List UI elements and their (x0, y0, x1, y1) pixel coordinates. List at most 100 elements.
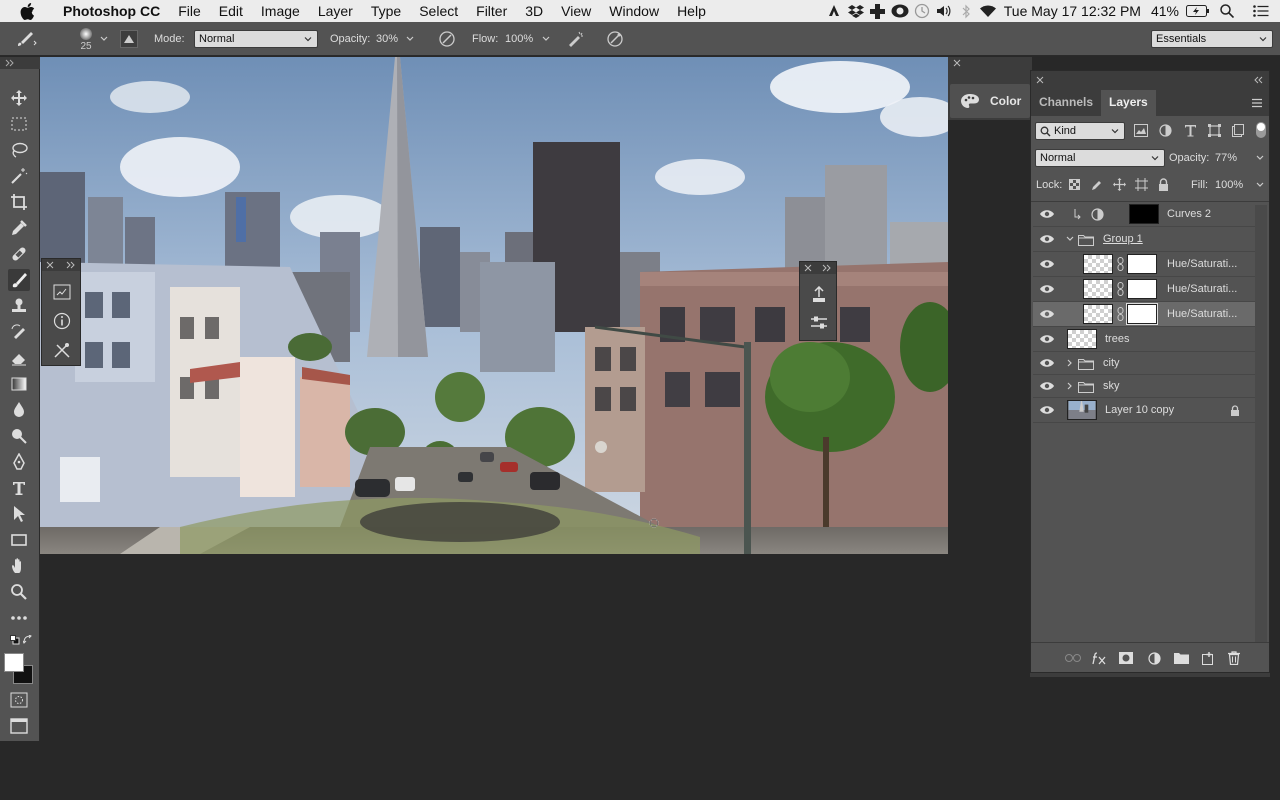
expand-chevron-right-icon[interactable] (1066, 382, 1074, 390)
menu-file[interactable]: File (169, 0, 210, 22)
clone-source-icon[interactable] (810, 285, 828, 309)
lock-all-icon[interactable] (1158, 178, 1169, 191)
menu-type[interactable]: Type (362, 0, 410, 22)
layer-thumbnail[interactable] (1067, 329, 1097, 349)
lock-position-icon[interactable] (1113, 178, 1126, 191)
layer-filter-dropdown[interactable]: Kind (1035, 122, 1125, 140)
wifi-icon[interactable] (977, 0, 999, 22)
tool-presets-icon[interactable] (53, 341, 71, 364)
pen-tool-icon[interactable] (8, 451, 30, 473)
double-chevron-icon[interactable] (66, 261, 75, 269)
clone-stamp-tool-icon[interactable] (8, 295, 30, 317)
healing-brush-tool-icon[interactable] (8, 243, 30, 265)
spotlight-search-icon[interactable] (1212, 0, 1242, 22)
layer-opacity-value[interactable]: 77% (1215, 152, 1237, 164)
chevron-down-icon[interactable] (1256, 182, 1264, 188)
menu-layer[interactable]: Layer (309, 0, 362, 22)
layer-name[interactable]: trees (1105, 327, 1129, 352)
layer-row-hue-saturation-1[interactable]: Hue/Saturati... (1033, 252, 1255, 277)
link-layers-icon[interactable] (1065, 650, 1081, 666)
layer-name[interactable]: Group 1 (1103, 227, 1143, 252)
layer-row-sky[interactable]: sky (1033, 375, 1255, 398)
chain-link-icon[interactable] (1117, 282, 1124, 296)
pressure-opacity-icon[interactable] (437, 22, 457, 56)
menu-select[interactable]: Select (410, 0, 467, 22)
visibility-eye-icon[interactable] (1039, 258, 1055, 270)
tab-layers[interactable]: Layers (1101, 90, 1156, 116)
mode-dropdown[interactable]: Normal (194, 30, 318, 48)
brush-picker-chevron-icon[interactable] (100, 22, 108, 56)
airbrush-icon[interactable] (566, 22, 586, 56)
color-panel-button[interactable]: Color (950, 84, 1030, 118)
menu-window[interactable]: Window (600, 0, 668, 22)
bluetooth-icon[interactable] (955, 0, 977, 22)
close-icon[interactable] (1036, 76, 1044, 84)
gradient-tool-icon[interactable] (8, 373, 30, 395)
layer-name[interactable]: sky (1103, 375, 1120, 398)
dodge-tool-icon[interactable] (8, 425, 30, 447)
layer-row-trees[interactable]: trees (1033, 327, 1255, 352)
pressure-size-icon[interactable] (605, 22, 625, 56)
layer-mask-thumbnail[interactable] (1129, 204, 1159, 224)
tab-channels[interactable]: Channels (1031, 90, 1101, 116)
flow-input[interactable]: 100% (505, 22, 557, 56)
magic-wand-tool-icon[interactable] (8, 165, 30, 187)
lock-pixels-icon[interactable] (1091, 179, 1103, 191)
delete-layer-trash-icon[interactable] (1226, 650, 1242, 666)
menu-edit[interactable]: Edit (210, 0, 252, 22)
filter-shape-icon[interactable] (1208, 124, 1221, 137)
plus-cross-icon[interactable] (867, 0, 889, 22)
layer-name[interactable]: Hue/Saturati... (1167, 302, 1237, 327)
layer-mask-thumbnail[interactable] (1127, 254, 1157, 274)
layer-style-fx-icon[interactable] (1092, 650, 1108, 666)
new-group-folder-icon[interactable] (1173, 650, 1189, 666)
hand-tool-icon[interactable] (8, 555, 30, 577)
marquee-tool-icon[interactable] (8, 113, 30, 135)
layer-name[interactable]: Curves 2 (1167, 202, 1211, 227)
menu-3d[interactable]: 3D (516, 0, 552, 22)
zoom-tool-icon[interactable] (8, 581, 30, 603)
visibility-eye-icon[interactable] (1039, 333, 1055, 345)
double-chevron-icon[interactable] (822, 264, 831, 272)
adjustments-sliders-icon[interactable] (810, 316, 828, 335)
blur-tool-icon[interactable] (8, 399, 30, 421)
visibility-eye-icon[interactable] (1039, 208, 1055, 220)
brush-presets-icon[interactable] (53, 283, 71, 306)
crop-tool-icon[interactable] (8, 191, 30, 213)
add-mask-icon[interactable] (1118, 650, 1134, 666)
menu-view[interactable]: View (552, 0, 600, 22)
new-layer-icon[interactable] (1200, 650, 1216, 666)
floating-panel-header[interactable] (42, 259, 80, 271)
layer-row-hue-saturation-2[interactable]: Hue/Saturati... (1033, 277, 1255, 302)
foreground-color-swatch[interactable] (4, 653, 24, 672)
menu-image[interactable]: Image (252, 0, 309, 22)
chevron-down-icon[interactable] (1256, 155, 1264, 161)
brush-tool-icon[interactable] (8, 269, 30, 291)
floating-panel-header[interactable] (800, 262, 836, 274)
expand-chevron-right-icon[interactable] (1066, 359, 1074, 367)
collapse-double-chevron-icon[interactable] (1254, 76, 1263, 84)
chain-link-icon[interactable] (1117, 307, 1124, 321)
layer-mask-thumbnail[interactable] (1126, 303, 1158, 325)
layer-mask-thumbnail[interactable] (1127, 279, 1157, 299)
app-menu[interactable]: Photoshop CC (54, 0, 169, 22)
layers-scrollbar[interactable] (1255, 205, 1267, 670)
layer-name[interactable]: Hue/Saturati... (1167, 277, 1237, 302)
type-tool-icon[interactable] (8, 477, 30, 499)
visibility-eye-icon[interactable] (1039, 380, 1055, 392)
dropbox-icon[interactable] (845, 0, 867, 22)
history-brush-tool-icon[interactable] (8, 321, 30, 343)
layer-name[interactable]: Layer 10 copy (1105, 398, 1174, 423)
workspace-dropdown[interactable]: Essentials (1151, 30, 1273, 48)
layer-thumbnail[interactable] (1083, 304, 1113, 324)
visibility-eye-icon[interactable] (1039, 357, 1055, 369)
new-adjustment-layer-icon[interactable] (1146, 650, 1162, 666)
adobe-sync-icon[interactable] (823, 0, 845, 22)
apple-menu-icon[interactable] (20, 0, 38, 22)
expand-chevron-down-icon[interactable] (1066, 235, 1074, 243)
layer-thumbnail[interactable] (1083, 279, 1113, 299)
close-icon[interactable] (804, 264, 812, 272)
layer-row-layer-10-copy[interactable]: Layer 10 copy (1033, 398, 1255, 423)
lock-transparency-icon[interactable] (1069, 179, 1080, 190)
panel-menu-icon[interactable] (1251, 98, 1263, 108)
